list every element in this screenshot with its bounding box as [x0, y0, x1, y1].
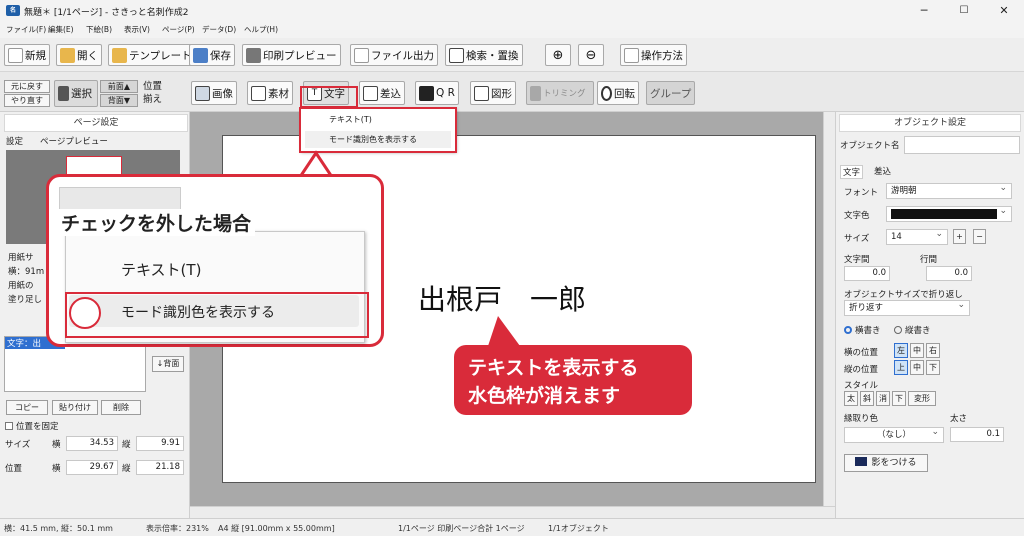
info-callout: テキストを表示する 水色枠が消えます	[454, 345, 692, 415]
callout2-tail	[488, 316, 520, 346]
zoomed-callout: チェックを外した場合 テキスト(T) モード識別色を表示する	[46, 174, 384, 347]
info-callout-line2: 水色枠が消えます	[468, 385, 621, 407]
unchecked-circle-icon	[69, 297, 101, 329]
callout-title: チェックを外した場合	[57, 209, 256, 236]
callout-menu-item-text: テキスト(T)	[121, 261, 202, 279]
info-callout-line1: テキストを表示する	[468, 357, 639, 379]
callout-menu-item-show-mode-color: モード識別色を表示する	[121, 305, 275, 321]
